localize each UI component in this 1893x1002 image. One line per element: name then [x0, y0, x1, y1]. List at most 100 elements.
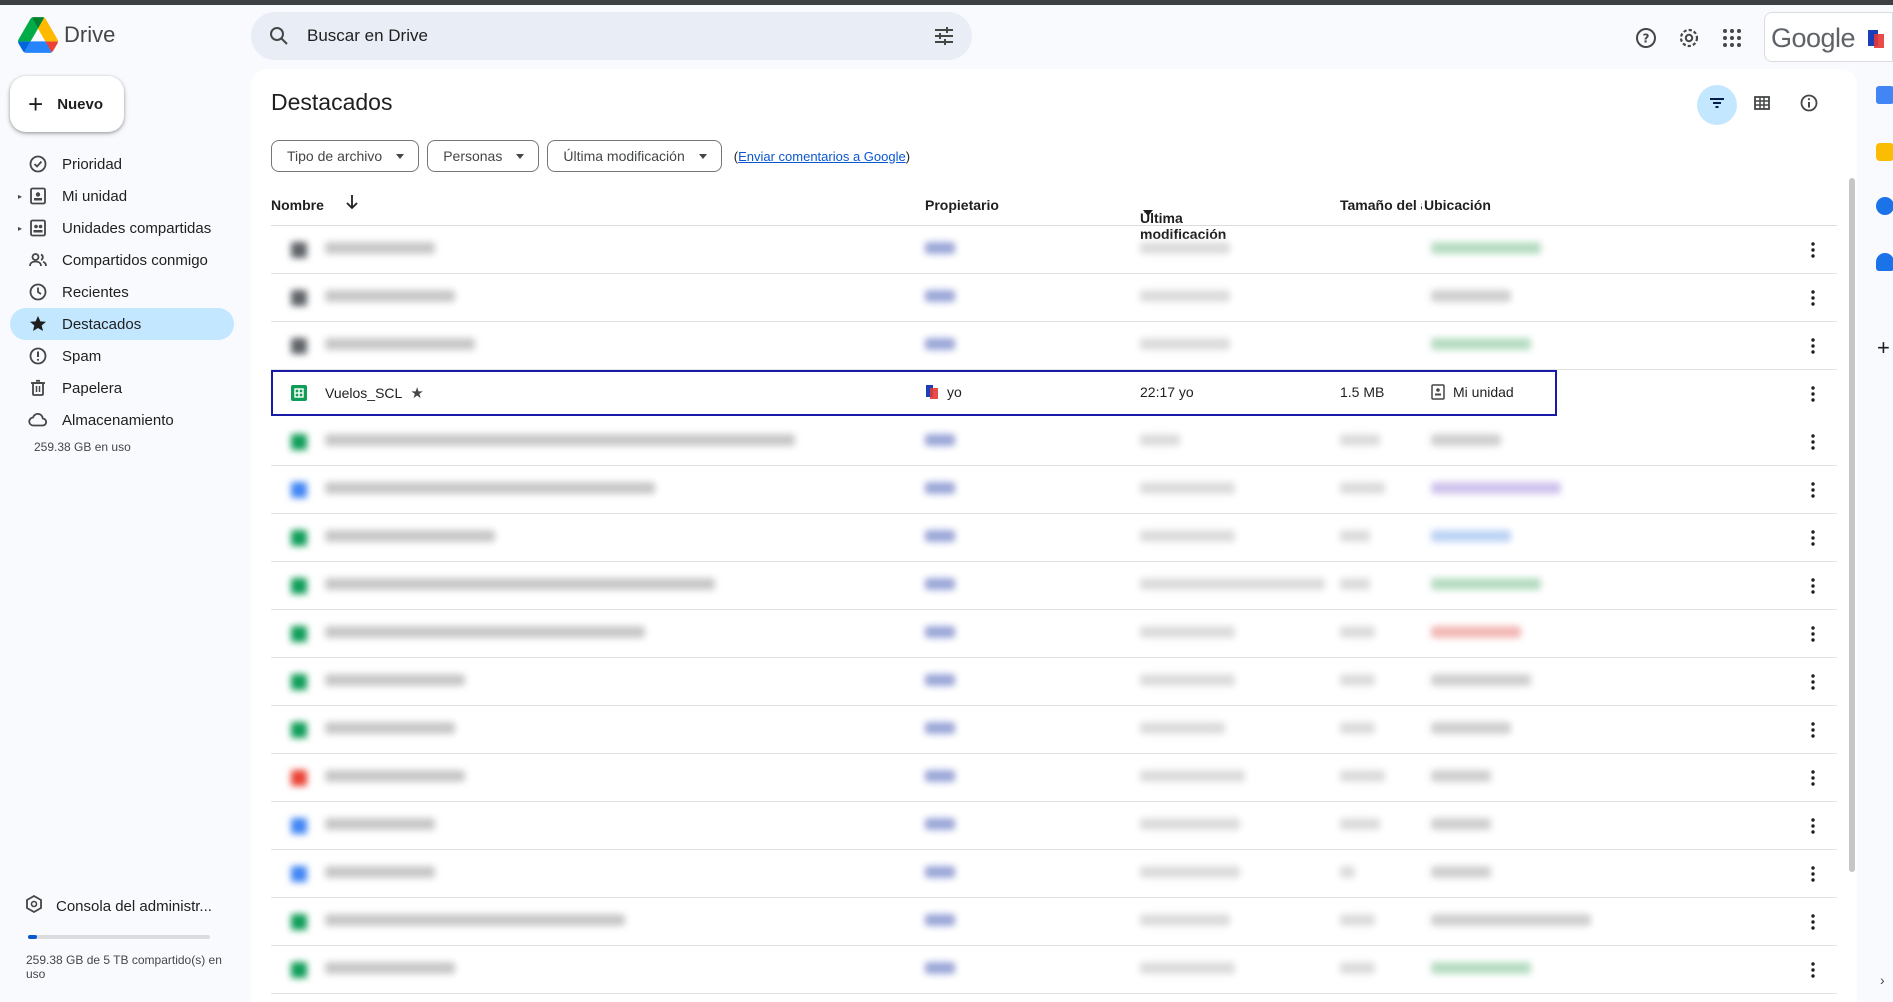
table-row[interactable]: [271, 562, 1837, 610]
owner-avatar-icon: [925, 384, 939, 403]
search-icon[interactable]: [267, 24, 291, 53]
table-row[interactable]: [271, 514, 1837, 562]
cloud-icon: [28, 410, 48, 430]
table-row[interactable]: [271, 706, 1837, 754]
table-row[interactable]: [271, 226, 1837, 274]
file-name[interactable]: Vuelos_SCL ★: [325, 384, 424, 402]
table-row[interactable]: [271, 802, 1837, 850]
blurred-owner: [925, 866, 955, 878]
caret-down-icon: [1143, 210, 1153, 216]
settings-icon[interactable]: [1675, 24, 1703, 52]
account-avatar-icon[interactable]: [1866, 28, 1886, 55]
help-icon[interactable]: ?: [1632, 24, 1660, 52]
more-options-icon[interactable]: [1801, 670, 1825, 694]
sidebar-item-papelera[interactable]: Papelera: [10, 372, 234, 404]
blurred-size: [1340, 914, 1375, 926]
blurred-location: [1431, 626, 1521, 638]
table-row[interactable]: [271, 610, 1837, 658]
filter-chip-type[interactable]: Tipo de archivo: [271, 140, 420, 172]
column-header-size[interactable]: Tamaño del a: [1340, 197, 1422, 213]
more-options-icon[interactable]: [1801, 238, 1825, 262]
more-options-icon[interactable]: [1801, 526, 1825, 550]
table-row[interactable]: [271, 418, 1837, 466]
new-button[interactable]: + Nuevo: [10, 76, 124, 132]
more-options-icon[interactable]: [1801, 718, 1825, 742]
add-addon-icon[interactable]: +: [1877, 335, 1890, 361]
details-button[interactable]: [1789, 85, 1829, 125]
search-options-icon[interactable]: [932, 24, 956, 53]
more-options-icon[interactable]: [1801, 910, 1825, 934]
tasks-icon[interactable]: [1876, 197, 1893, 215]
grid-view-button[interactable]: [1742, 85, 1782, 125]
table-row[interactable]: [271, 466, 1837, 514]
sort-arrow-down-icon[interactable]: [345, 194, 359, 213]
more-options-icon[interactable]: [1801, 814, 1825, 838]
apps-grid-icon[interactable]: [1718, 24, 1746, 52]
clock-icon: [28, 282, 48, 302]
sidebar-item-compartidos-conmigo[interactable]: Compartidos conmigo: [10, 244, 234, 276]
sidebar-item-destacados[interactable]: Destacados: [10, 308, 234, 340]
location-cell[interactable]: Mi unidad: [1431, 384, 1514, 403]
blurred-name: [325, 722, 455, 734]
sidebar-item-prioridad[interactable]: Prioridad: [10, 148, 234, 180]
sheets-file-icon: [291, 530, 307, 546]
blurred-date: [1140, 866, 1240, 878]
table-row[interactable]: [271, 754, 1837, 802]
table-row-selected[interactable]: Vuelos_SCL ★ yo 22:17 yo 1.5 MB Mi unidad: [271, 370, 1557, 416]
calendar-icon[interactable]: [1876, 86, 1893, 104]
table-row[interactable]: [271, 658, 1837, 706]
blurred-date: [1140, 434, 1180, 446]
storage-used-text: 259.38 GB en uso: [34, 440, 131, 454]
sidebar-item-label: Destacados: [62, 316, 142, 333]
sidebar-item-mi-unidad[interactable]: ▸ Mi unidad: [10, 180, 234, 212]
blurred-date: [1140, 530, 1235, 542]
blurred-size: [1340, 866, 1355, 878]
drive-logo[interactable]: Drive: [18, 17, 115, 53]
sidebar-item-almacenamiento[interactable]: Almacenamiento: [10, 404, 234, 436]
blurred-owner: [925, 434, 955, 446]
more-options-icon[interactable]: [1801, 286, 1825, 310]
account-switcher[interactable]: Google: [1764, 12, 1893, 62]
expand-arrow-icon[interactable]: ▸: [18, 192, 22, 201]
more-options-icon[interactable]: [1801, 958, 1825, 982]
sidebar-item-unidades-compartidas[interactable]: ▸ Unidades compartidas: [10, 212, 234, 244]
page-title: Destacados: [271, 89, 393, 115]
search-input[interactable]: Buscar en Drive: [307, 26, 428, 46]
keep-icon[interactable]: [1876, 143, 1893, 161]
filter-chip-modified[interactable]: Última modificación: [547, 140, 722, 172]
expand-arrow-icon[interactable]: ▸: [18, 224, 22, 233]
table-row[interactable]: [271, 274, 1837, 322]
more-options-icon[interactable]: [1801, 478, 1825, 502]
column-header-owner[interactable]: Propietario: [925, 197, 999, 213]
more-options-icon[interactable]: [1801, 622, 1825, 646]
blurred-name: [325, 674, 465, 686]
more-options-icon[interactable]: [1801, 574, 1825, 598]
table-row[interactable]: [271, 946, 1837, 994]
search-bar[interactable]: Buscar en Drive: [251, 12, 972, 60]
sheets-file-icon: [291, 722, 307, 738]
scrollbar[interactable]: [1849, 178, 1855, 872]
blurred-name: [325, 290, 455, 302]
admin-console-link[interactable]: Consola del administr...: [24, 894, 212, 918]
more-options-icon[interactable]: [1801, 430, 1825, 454]
table-row[interactable]: [271, 322, 1837, 370]
feedback-link[interactable]: Enviar comentarios a Google: [738, 149, 906, 164]
column-header-location[interactable]: Ubicación: [1424, 197, 1491, 213]
sheets-file-icon: [291, 914, 307, 930]
sidebar-item-recientes[interactable]: Recientes: [10, 276, 234, 308]
admin-console-icon: [24, 894, 44, 918]
sidebar-item-spam[interactable]: Spam: [10, 340, 234, 372]
column-header-name[interactable]: Nombre: [271, 197, 324, 213]
more-options-icon[interactable]: [1801, 862, 1825, 886]
feedback-text: (Enviar comentarios a Google): [734, 149, 910, 164]
filter-chip-people[interactable]: Personas: [427, 140, 540, 172]
more-options-icon[interactable]: [1801, 766, 1825, 790]
more-options-icon[interactable]: [1801, 382, 1825, 406]
filter-view-button[interactable]: [1697, 85, 1737, 125]
chevron-right-icon[interactable]: ›: [1880, 972, 1885, 988]
table-row[interactable]: [271, 898, 1837, 946]
blurred-size: [1340, 482, 1385, 494]
contacts-icon[interactable]: [1876, 253, 1893, 271]
table-row[interactable]: [271, 850, 1837, 898]
more-options-icon[interactable]: [1801, 334, 1825, 358]
